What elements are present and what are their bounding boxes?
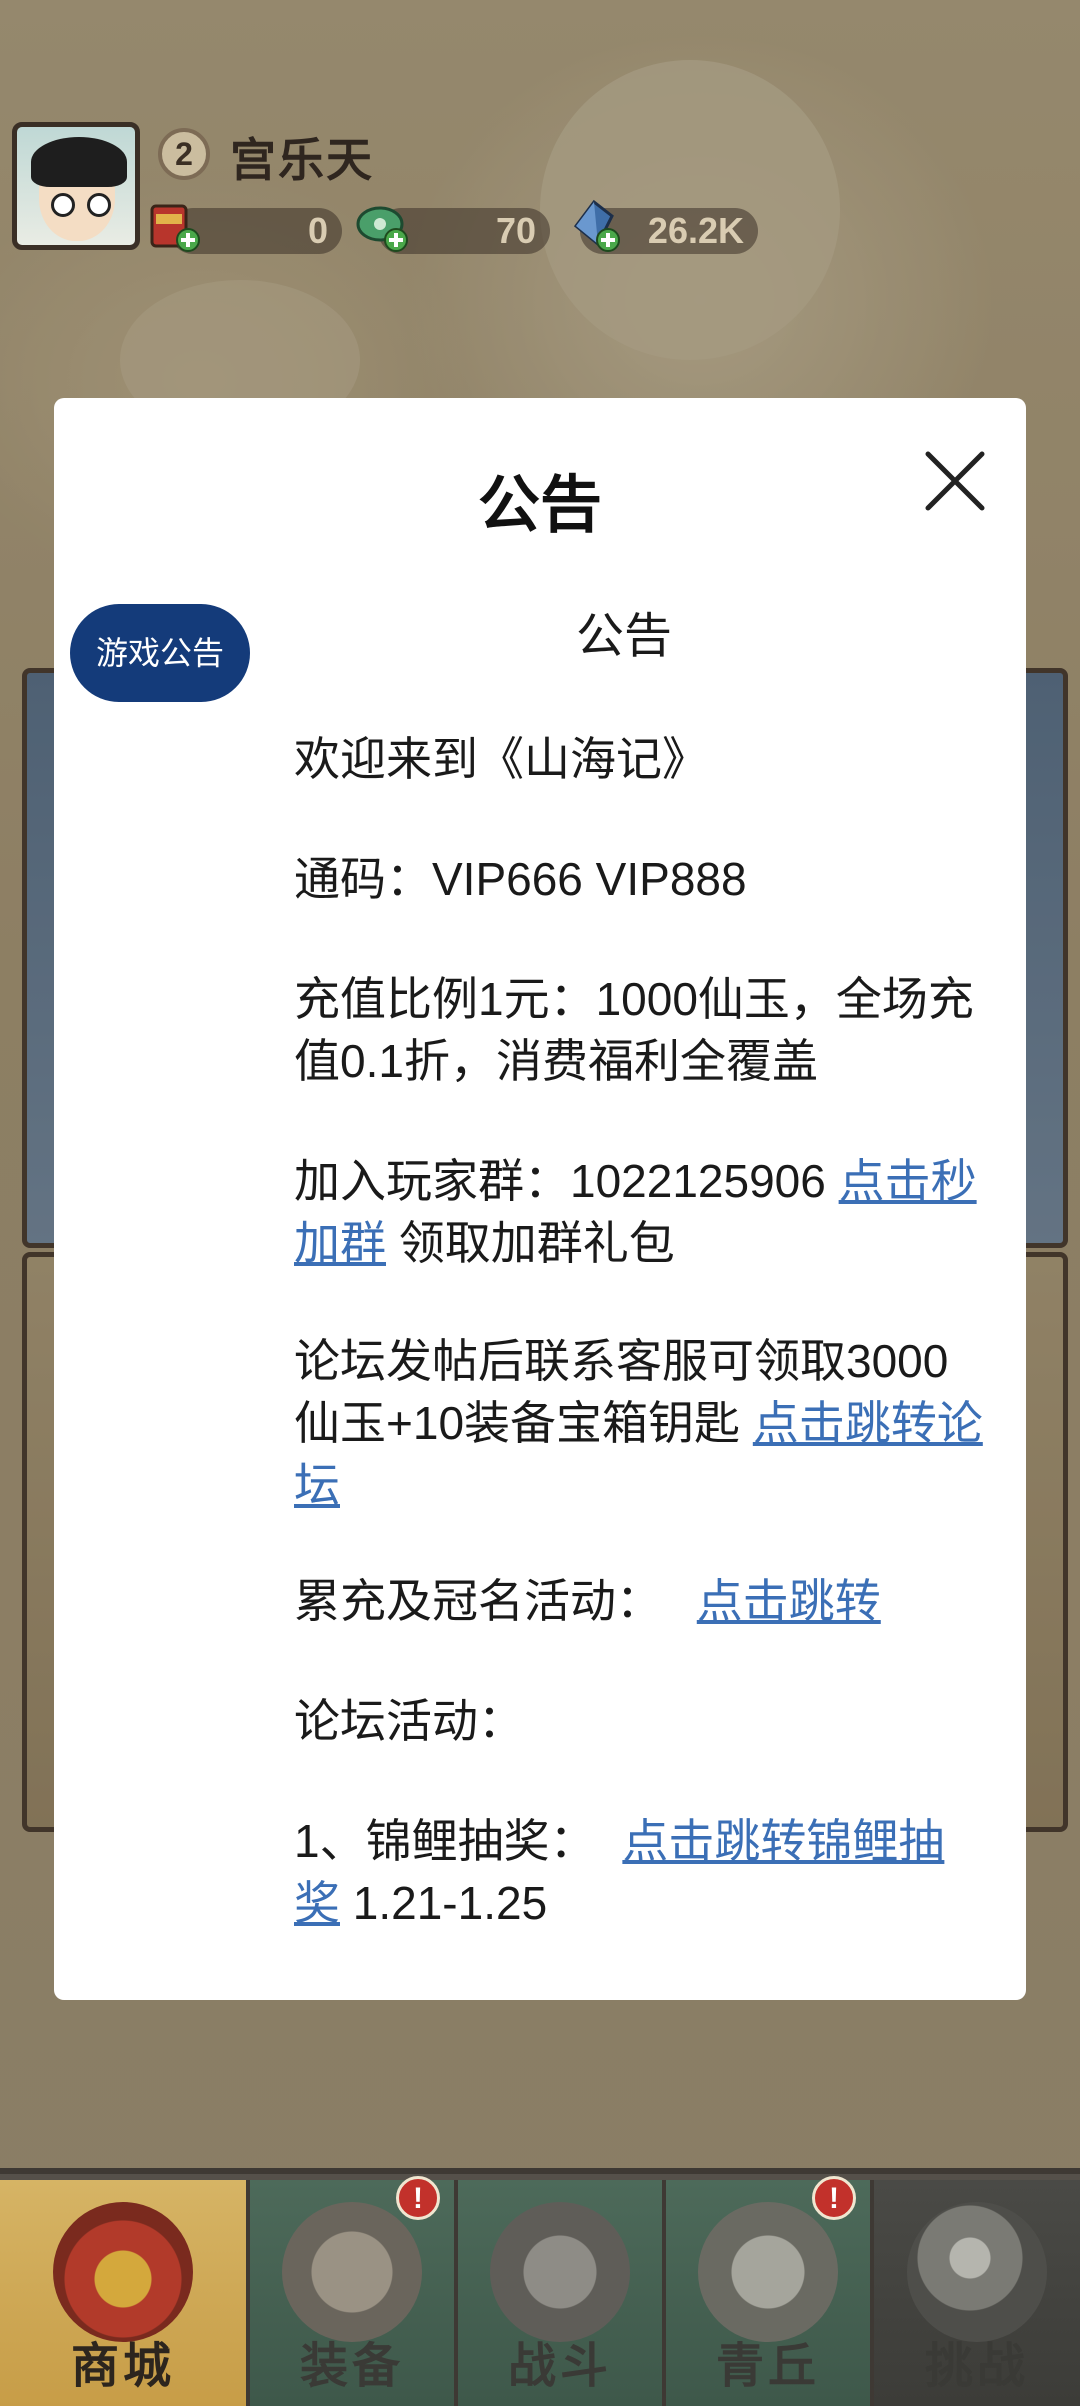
nav-label-equipment: 装备 [299,2340,404,2393]
announcement-heading: 公告 [575,610,672,663]
recharge-ratio-text: 充值比例1元：1000仙玉，全场充值0.1折，消费福利全覆盖 [294,973,974,1087]
player-name: 宫乐天 [230,134,374,186]
forum-activity-text: 论坛活动： [294,1695,524,1747]
challenge-orb-icon [907,2202,1047,2342]
cumulative-link[interactable]: 点击跳转 [697,1575,881,1627]
cumulative-paragraph: 累充及冠名活动： 点击跳转 [294,1570,1006,1632]
player-group-paragraph: 加入玩家群：1022125906 点击秒加群 领取加群礼包 [294,1150,984,1274]
equipment-alert-badge: ! [396,2176,440,2220]
group-gift-text: 领取加群礼包 [398,1217,675,1269]
nav-label-challenge: 挑战 [924,2340,1029,2393]
bottom-nav: 商城 ! 装备 战斗 ! 青丘 挑战 [0,2168,1080,2406]
cumulative-text: 累充及冠名活动： [294,1575,662,1627]
avatar-eye-left [51,193,75,217]
mountain-icon [698,2202,838,2342]
avatar-hair [31,137,127,187]
redeem-code-text: 通码：VIP666 VIP888 [294,853,747,905]
nav-label-shop: 商城 [70,2340,175,2393]
nav-label-battle: 战斗 [507,2340,612,2393]
player-group-text: 加入玩家群：1022125906 [294,1155,826,1207]
announcement-modal: 公告 游戏公告 公告 欢迎来到《山海记》 通码：VIP666 VIP888 充值… [54,398,1026,2000]
nav-label-qingqiu: 青丘 [715,2340,820,2393]
crystal-icon[interactable] [566,196,624,254]
lottery-text: 1、锦鲤抽奖： [294,1815,596,1867]
equipment-helmet-icon [282,2202,422,2342]
player-avatar[interactable] [12,122,140,250]
jade-coin-icon[interactable] [354,196,412,254]
crossed-swords-icon [490,2202,630,2342]
shop-icon [53,2202,193,2342]
lottery-dates: 1.21-1.25 [352,1877,548,1929]
tab-game-notice[interactable]: 游戏公告 [70,604,250,702]
welcome-text: 欢迎来到《山海记》 [294,733,708,785]
nav-tab-equipment[interactable]: ! 装备 [250,2176,458,2406]
nav-tab-qingqiu[interactable]: ! 青丘 [666,2176,874,2406]
player-level-badge: 2 [158,128,210,180]
forum-post-paragraph: 论坛发帖后联系客服可领取3000仙玉+10装备宝箱钥匙 点击跳转论坛 [294,1330,994,1516]
avatar-eye-right [87,193,111,217]
red-envelope-icon[interactable] [146,196,204,254]
qingqiu-alert-badge: ! [812,2176,856,2220]
lottery-paragraph: 1、锦鲤抽奖： 点击跳转锦鲤抽奖 1.21-1.25 [294,1810,984,1934]
nav-tab-battle[interactable]: 战斗 [458,2180,666,2406]
nav-tab-challenge[interactable]: 挑战 [874,2180,1080,2406]
nav-tab-shop[interactable]: 商城 [0,2180,250,2406]
close-icon[interactable] [922,448,988,514]
modal-title: 公告 [477,471,602,540]
